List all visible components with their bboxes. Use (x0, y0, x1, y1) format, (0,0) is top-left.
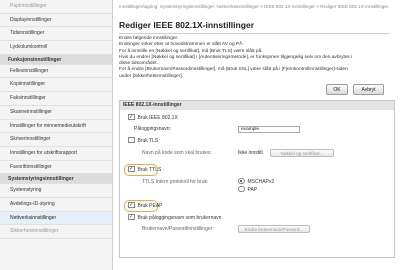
sidebar-item[interactable]: Faksinnstillinger (0, 92, 112, 106)
sidebar-item[interactable]: Tidsinnstillinger (0, 27, 112, 42)
use-ieee-label: Bruk IEEE 802.1X (137, 115, 178, 121)
use-ttls-checkbox[interactable]: ✓ (128, 165, 135, 173)
panel-header: IEEE 802.1X-innstillinger (120, 101, 394, 110)
sidebar: Papirinnstillinger Displayinnstillinger Ti… (0, 0, 113, 270)
use-peap-label: Bruk PEAP (137, 203, 163, 209)
intro-text: Endre følgende innstillinger. Endringer … (119, 36, 390, 80)
sidebar-item[interactable]: Systemstyring (0, 184, 112, 198)
use-login-row: ✓ Bruk påloggingsnavn som brukernavn (128, 213, 222, 222)
sidebar-item[interactable]: Fellesinnstillinger (0, 65, 112, 79)
user-pw-label: Brukernavn/Passordinnstillinger: (142, 226, 214, 232)
mschapv2-label: MSCHAPv2 (247, 179, 275, 185)
page-title: Rediger IEEE 802.1X-innstillinger (119, 20, 255, 30)
sidebar-item[interactable]: Kopiinnstillinger (0, 78, 112, 93)
use-ieee-row: ✓ Bruk IEEE 802.1X (128, 113, 178, 122)
pap-radio[interactable] (238, 185, 245, 193)
use-ieee-checkbox[interactable]: ✓ (128, 113, 135, 121)
sidebar-item[interactable]: Avdelings-ID-styring (0, 198, 112, 212)
key-name-value: Ikke innstilt (238, 150, 263, 156)
sidebar-item[interactable]: Nettverksinnstillinger (0, 211, 112, 226)
use-tls-row: Bruk TLS (128, 136, 159, 145)
use-login-label: Bruk påloggingsnavn som brukernavn (137, 215, 222, 221)
use-ttls-row: ✓ Bruk TTLS (128, 165, 162, 174)
mschapv2-radio[interactable] (238, 177, 245, 185)
sidebar-item[interactable]: Favorittinnstillinger (0, 161, 112, 175)
intro-line: Hvis du endrer [Nøkkel og sertifikat] i … (119, 54, 353, 60)
intro-line: under [Sikkerhetsinnstillinger]. (119, 73, 183, 79)
sidebar-item[interactable]: Innstillinger for minnemedieutskrift (0, 120, 112, 134)
sidebar-item[interactable]: Skanneinnstillinger (0, 106, 112, 120)
main-content: Innstillinger/lagring: Systemstyringsinn… (113, 0, 400, 270)
use-tls-checkbox[interactable] (128, 136, 135, 144)
use-ttls-label: Bruk TTLS (137, 167, 162, 173)
ttls-protocol-label: TTLS Intern protokoll for bruk: (142, 179, 209, 185)
sidebar-item[interactable]: Innstillinger for utskriftsrapport (0, 147, 112, 161)
sidebar-section-header: Funksjonsinnstillinger (0, 54, 112, 65)
pap-label: PAP (247, 187, 258, 193)
key-name-label: Navn på kode som skal brukes: (142, 150, 212, 156)
use-tls-label: Bruk TLS (137, 138, 159, 144)
use-login-checkbox[interactable]: ✓ (128, 213, 135, 221)
breadcrumb[interactable]: Innstillinger/lagring: Systemstyringsinn… (119, 4, 392, 10)
sidebar-item[interactable]: Sikkerhetsinnstillinger (0, 225, 112, 239)
ttls-option-mschapv2[interactable]: MSCHAPv2 (238, 177, 275, 186)
sidebar-item[interactable]: Displayinnstillinger (0, 14, 112, 28)
sidebar-section-header: Systemstyringsinnstillinger (0, 174, 112, 185)
title-divider (119, 33, 390, 34)
sidebar-item[interactable]: Lydvolumkontroll (0, 41, 112, 55)
change-user-password-button[interactable]: Endre brukernavn/Passord... (238, 225, 310, 233)
sidebar-item[interactable]: Papirinnstillinger (0, 0, 112, 14)
login-name-label: Påloggingsnavn: (134, 126, 171, 132)
login-name-input[interactable]: example (238, 126, 300, 133)
ttls-option-pap[interactable]: PAP (238, 185, 258, 194)
key-certificate-button[interactable]: Nøkkel og sertifikat... (270, 149, 334, 157)
cancel-button[interactable]: Avbryt (353, 84, 384, 95)
use-peap-row: ✓ Bruk PEAP (128, 201, 163, 210)
sidebar-item[interactable]: Skriverinnstillinger (0, 133, 112, 147)
use-peap-checkbox[interactable]: ✓ (128, 201, 135, 209)
ieee-settings-panel: IEEE 802.1X-innstillinger ✓ Bruk IEEE 802… (119, 100, 395, 258)
ok-button[interactable]: OK (326, 84, 348, 95)
